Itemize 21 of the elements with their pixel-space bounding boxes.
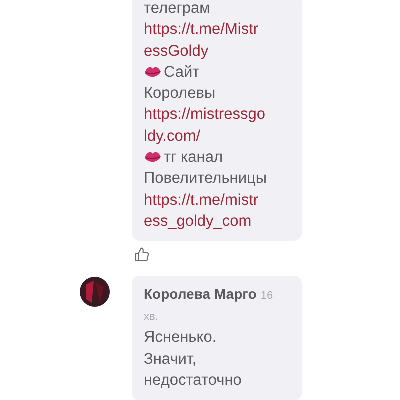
message-line: Сайт xyxy=(144,62,290,84)
message-line: Повелительницы xyxy=(144,169,268,190)
message-line: Ясненько. xyxy=(144,328,218,348)
author-name[interactable]: Королева Марго xyxy=(144,286,257,302)
message-line: тг канал xyxy=(144,147,290,168)
message-link[interactable]: essGoldy xyxy=(144,40,290,62)
message-time: 16 xyxy=(260,290,274,302)
message-link[interactable]: ldy.com/ xyxy=(144,126,290,148)
message-link[interactable]: https://mistressgo xyxy=(144,104,290,126)
message-line: Королевы xyxy=(144,84,217,104)
message-line: телеграм xyxy=(144,0,212,19)
message-line: Значит, xyxy=(144,350,198,370)
like-icon[interactable] xyxy=(134,247,150,264)
lips-icon xyxy=(144,66,162,80)
message-time: хв. xyxy=(144,310,160,326)
message-link[interactable]: https://t.me/Mistr xyxy=(144,19,290,41)
message-line: недостаточно xyxy=(144,370,243,391)
message-link[interactable]: ess_goldy_com xyxy=(144,210,290,232)
lips-icon xyxy=(144,151,162,164)
message-link[interactable]: https://t.me/mistr xyxy=(144,190,290,211)
avatar[interactable] xyxy=(80,277,110,308)
